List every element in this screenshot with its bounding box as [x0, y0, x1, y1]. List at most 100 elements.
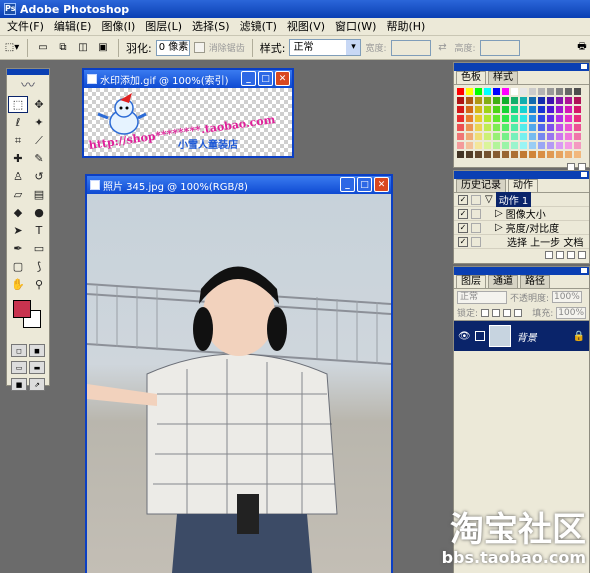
new-action-icon[interactable] [578, 251, 586, 259]
color-swatch[interactable] [474, 132, 483, 141]
color-swatch[interactable] [510, 150, 519, 159]
menu-select[interactable]: 选择(S) [187, 18, 235, 36]
color-swatch[interactable] [573, 123, 582, 132]
tab-layers[interactable]: 图层 [456, 275, 486, 288]
color-swatch[interactable] [492, 96, 501, 105]
standard-screen-icon[interactable]: ▭ [11, 361, 27, 374]
tab-styles[interactable]: 样式 [488, 71, 518, 84]
new-selection-icon[interactable]: ▭ [35, 40, 51, 56]
color-swatch[interactable] [573, 141, 582, 150]
marquee-tool-icon[interactable]: ⬚ [8, 96, 28, 113]
color-swatch[interactable] [564, 87, 573, 96]
height-input[interactable] [479, 39, 520, 56]
color-swatch[interactable] [555, 150, 564, 159]
color-swatch[interactable] [456, 123, 465, 132]
type-tool-icon[interactable]: T [29, 222, 49, 239]
action-row[interactable]: ✓ ▷ 图像大小 [454, 207, 589, 221]
color-swatch[interactable] [501, 141, 510, 150]
tab-channels[interactable]: 通道 [488, 275, 518, 288]
color-swatch[interactable] [546, 114, 555, 123]
panel-grip[interactable] [454, 171, 589, 179]
shape-tool-icon[interactable]: ▭ [29, 240, 49, 257]
color-swatch[interactable] [465, 114, 474, 123]
action-check-icon[interactable]: ✓ [458, 194, 468, 205]
color-swatch[interactable] [474, 123, 483, 132]
close-button[interactable]: ✕ [374, 177, 389, 192]
menu-image[interactable]: 图像(I) [96, 18, 140, 36]
stamp-tool-icon[interactable]: ♙ [8, 168, 28, 185]
full-screen-menu-icon[interactable]: ▬ [29, 361, 45, 374]
zoom-tool-icon[interactable]: ⚲ [29, 276, 49, 293]
style-select[interactable]: 正常 [289, 39, 362, 56]
eyedropper-tool-icon[interactable]: ⟆ [29, 258, 49, 275]
color-swatch[interactable] [510, 96, 519, 105]
panel-grip[interactable] [454, 267, 589, 275]
eraser-tool-icon[interactable]: ▱ [8, 186, 28, 203]
color-swatch[interactable] [474, 105, 483, 114]
swap-icon[interactable]: ⇄ [435, 40, 451, 56]
notes-tool-icon[interactable]: ▢ [8, 258, 28, 275]
record-icon[interactable] [556, 251, 564, 259]
photo-canvas[interactable] [87, 194, 391, 573]
color-swatch[interactable] [510, 132, 519, 141]
color-swatch[interactable] [510, 114, 519, 123]
dialog-toggle[interactable] [471, 194, 481, 205]
pen-tool-icon[interactable]: ✒ [8, 240, 28, 257]
color-swatch[interactable] [483, 150, 492, 159]
color-swatch[interactable] [501, 123, 510, 132]
full-screen-icon[interactable]: ■ [11, 378, 27, 391]
width-input[interactable] [390, 39, 431, 56]
color-swatch[interactable] [555, 114, 564, 123]
standard-mode-icon[interactable]: ◻ [11, 344, 27, 357]
color-swatch[interactable] [492, 114, 501, 123]
color-swatch[interactable] [555, 87, 564, 96]
color-swatch[interactable] [465, 87, 474, 96]
color-swatch[interactable] [546, 123, 555, 132]
color-swatch[interactable] [519, 141, 528, 150]
eye-icon[interactable]: 👁 [458, 331, 471, 342]
color-swatch[interactable] [537, 141, 546, 150]
color-swatch[interactable] [474, 96, 483, 105]
color-swatch[interactable] [456, 132, 465, 141]
color-swatch[interactable] [465, 132, 474, 141]
crop-tool-icon[interactable]: ⌗ [8, 132, 28, 149]
color-swatch[interactable] [555, 123, 564, 132]
color-swatch[interactable] [510, 123, 519, 132]
tab-swatches[interactable]: 色板 [456, 71, 486, 84]
color-swatch[interactable] [528, 96, 537, 105]
layer-row[interactable]: 👁 背景 🔒 [454, 321, 589, 351]
color-swatch[interactable] [492, 141, 501, 150]
menu-help[interactable]: 帮助(H) [381, 18, 430, 36]
color-swatch[interactable] [564, 123, 573, 132]
color-swatch[interactable] [528, 87, 537, 96]
color-swatch[interactable] [456, 150, 465, 159]
color-swatch[interactable] [465, 150, 474, 159]
minimize-button[interactable]: _ [241, 71, 256, 86]
color-swatch[interactable] [465, 123, 474, 132]
feather-logo-icon[interactable]: 〰 [7, 75, 49, 95]
watermark-doc-titlebar[interactable]: 水印添加.gif @ 100%(索引) _ □ ✕ [84, 70, 292, 88]
color-swatch[interactable] [519, 105, 528, 114]
color-swatch[interactable] [501, 132, 510, 141]
color-swatch[interactable] [474, 114, 483, 123]
expand-icon[interactable]: ▽ [485, 194, 493, 205]
color-swatch[interactable] [546, 87, 555, 96]
tab-history[interactable]: 历史记录 [456, 179, 506, 192]
color-swatch[interactable] [510, 87, 519, 96]
watermark-doc-window[interactable]: 水印添加.gif @ 100%(索引) _ □ ✕ http://shop***… [82, 68, 294, 158]
color-swatch[interactable] [573, 150, 582, 159]
color-swatch[interactable] [519, 96, 528, 105]
healing-brush-tool-icon[interactable]: ✚ [8, 150, 28, 167]
color-swatch[interactable] [501, 96, 510, 105]
dodge-tool-icon[interactable]: ● [29, 204, 49, 221]
minimize-button[interactable]: _ [340, 177, 355, 192]
fill-input[interactable]: 100% [556, 306, 586, 319]
color-swatch[interactable] [573, 132, 582, 141]
color-swatch[interactable] [492, 150, 501, 159]
lasso-tool-icon[interactable]: ℓ [8, 114, 28, 131]
feather-input[interactable]: 0 像素 [155, 39, 190, 56]
color-swatch[interactable] [456, 87, 465, 96]
color-swatch[interactable] [519, 123, 528, 132]
menu-view[interactable]: 视图(V) [282, 18, 330, 36]
maximize-button[interactable]: □ [258, 71, 273, 86]
